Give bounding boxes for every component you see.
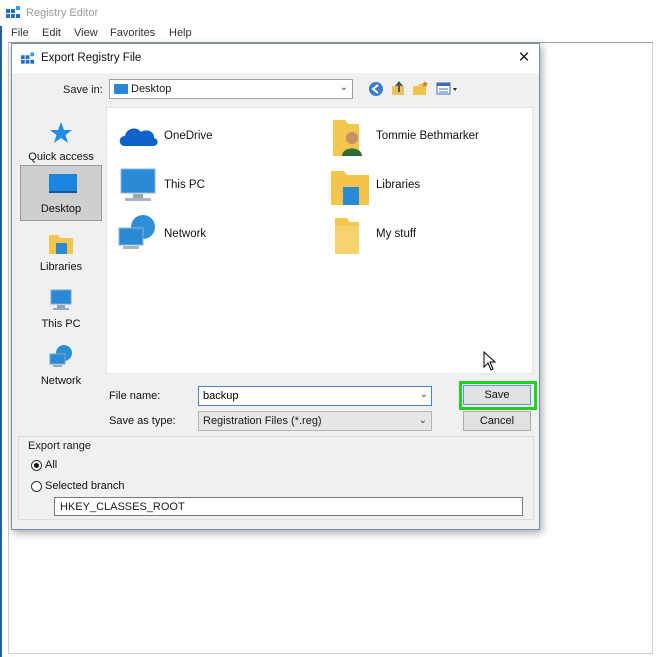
branch-value: HKEY_CLASSES_ROOT [60, 501, 185, 513]
chevron-down-icon[interactable]: ⌄ [420, 389, 428, 400]
save-in-value: Desktop [131, 83, 172, 95]
save-as-type-dropdown[interactable]: Registration Files (*.reg) ⌄ [198, 411, 432, 431]
registry-menubar: File Edit View Favorites Help [0, 25, 656, 43]
mouse-pointer-icon [483, 351, 497, 371]
radio-selected-branch-label[interactable]: Selected branch [45, 480, 125, 492]
export-registry-dialog: Export Registry File ✕ Save in: Desktop … [11, 43, 540, 530]
dialog-title: Export Registry File [41, 52, 142, 64]
place-label: Quick access [28, 151, 94, 163]
libraries-folder-icon [49, 235, 73, 254]
file-name: This PC [164, 179, 205, 191]
registry-app-icon [21, 52, 35, 64]
chevron-down-icon: ⌄ [418, 415, 427, 426]
network-icon [49, 345, 72, 367]
radio-selected-branch[interactable] [31, 481, 42, 492]
radio-all-label[interactable]: All [45, 459, 57, 471]
star-icon [50, 122, 72, 143]
computer-icon [50, 289, 72, 310]
menu-favorites[interactable]: Favorites [110, 27, 155, 39]
save-as-type-value: Registration Files (*.reg) [203, 415, 322, 427]
file-name: Network [164, 228, 207, 240]
place-label: Desktop [40, 203, 82, 215]
file-name-label: File name: [109, 390, 161, 402]
file-name: OneDrive [164, 130, 213, 142]
close-icon[interactable]: ✕ [512, 48, 536, 68]
place-quick-access[interactable]: Quick access [20, 114, 102, 168]
file-name: Tommie Bethmarker [376, 130, 479, 142]
place-network[interactable]: Network [20, 338, 102, 392]
place-label: Network [40, 375, 82, 387]
onedrive-cloud-icon [119, 128, 158, 146]
places-bar: Quick access Desktop Libraries This PC N… [18, 108, 104, 387]
user-folder-icon [333, 120, 362, 156]
cancel-button[interactable]: Cancel [463, 411, 531, 431]
save-button[interactable]: Save [463, 385, 531, 405]
file-name-combo[interactable]: ⌄ [198, 386, 432, 406]
list-item[interactable]: Network [117, 214, 297, 254]
registry-editor-title: Registry Editor [26, 7, 99, 19]
export-range-label: Export range [26, 440, 93, 452]
list-item[interactable]: This PC [117, 165, 297, 205]
computer-icon [120, 168, 156, 201]
place-libraries[interactable]: Libraries [20, 224, 102, 278]
file-name: Libraries [376, 179, 421, 191]
new-folder-icon[interactable] [412, 80, 430, 98]
chevron-down-icon: ⌄ [339, 82, 348, 93]
libraries-folder-icon [331, 171, 369, 205]
folder-icon [335, 218, 359, 254]
desktop-icon [114, 84, 128, 94]
file-name-input[interactable] [198, 386, 432, 406]
place-desktop[interactable]: Desktop [20, 165, 102, 221]
network-icon [118, 215, 155, 249]
save-as-type-label: Save as type: [109, 415, 176, 427]
list-item[interactable]: Libraries [329, 165, 519, 205]
file-list: OneDrive Tommie Bethmarker This PC Libra… [106, 107, 533, 374]
menu-help[interactable]: Help [169, 27, 192, 39]
place-label: This PC [41, 318, 81, 330]
menu-edit[interactable]: Edit [42, 27, 61, 39]
registry-editor-titlebar: Registry Editor [0, 0, 656, 26]
menu-view[interactable]: View [74, 27, 98, 39]
list-item[interactable]: My stuff [329, 214, 519, 254]
up-folder-icon[interactable] [390, 80, 408, 98]
list-item[interactable]: Tommie Bethmarker [329, 116, 519, 156]
radio-all[interactable] [31, 460, 42, 471]
save-in-label: Save in: [63, 84, 103, 96]
menu-file[interactable]: File [11, 27, 29, 39]
view-menu-icon[interactable] [436, 80, 460, 98]
registry-app-icon [6, 6, 20, 18]
save-in-dropdown[interactable]: Desktop ⌄ [109, 79, 353, 99]
place-this-pc[interactable]: This PC [20, 281, 102, 335]
selected-branch-field[interactable]: HKEY_CLASSES_ROOT [54, 497, 523, 516]
place-label: Libraries [39, 261, 83, 273]
list-item[interactable]: OneDrive [117, 116, 297, 156]
desktop-icon [49, 174, 77, 193]
dialog-titlebar: Export Registry File ✕ [12, 44, 539, 73]
back-icon[interactable] [367, 80, 385, 98]
file-name: My stuff [376, 228, 417, 240]
